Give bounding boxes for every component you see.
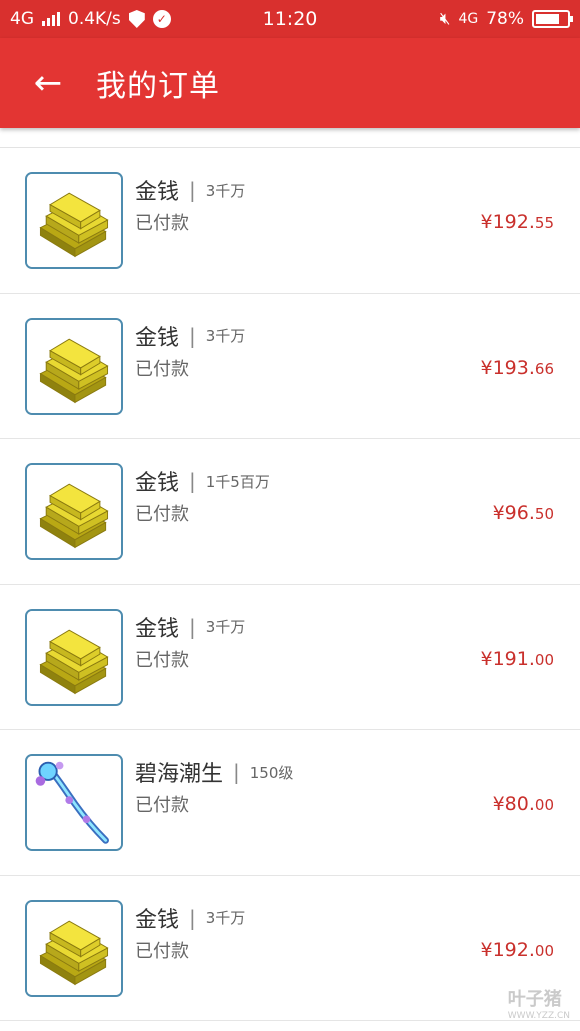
item-quantity: 1千5百万 <box>205 472 270 491</box>
order-price: ¥193.66 <box>480 356 555 379</box>
gold-bars-icon <box>25 899 123 997</box>
separator: | <box>233 760 240 784</box>
order-status: 已付款 <box>135 795 189 816</box>
order-item[interactable]: 金钱 | 3千万 已付款 ¥192.55 <box>0 148 580 294</box>
item-quantity: 150级 <box>249 763 294 782</box>
order-status: 已付款 <box>135 940 189 962</box>
gold-bars-icon <box>25 172 123 269</box>
arrow-left-icon: ← <box>33 63 63 103</box>
order-item[interactable]: 金钱 | 3千万 已付款 ¥192.00 <box>0 876 580 1021</box>
status-bar: 4G 0.4K/s ✓ 11:20 🔇︎ 4G 78% <box>0 0 580 38</box>
item-name: 金钱 <box>135 325 180 351</box>
staff-weapon-icon <box>25 754 123 851</box>
order-price: ¥80.00 <box>492 793 554 815</box>
separator: | <box>189 469 196 493</box>
separator: | <box>189 323 196 348</box>
back-button[interactable]: ← <box>0 38 96 128</box>
watermark-logo: 叶子猪 WWW.YZZ.CN <box>507 989 570 1021</box>
item-quantity: 3千万 <box>205 618 246 636</box>
order-status: 已付款 <box>135 649 189 671</box>
item-name: 金钱 <box>135 907 180 933</box>
network-type-right: 4G <box>458 11 479 27</box>
battery-icon <box>532 10 573 28</box>
gold-bars-icon <box>25 317 123 415</box>
order-item[interactable]: 碧海潮生 | 150级 已付款 ¥80.00 <box>0 730 580 876</box>
item-quantity: 3千万 <box>205 181 246 200</box>
mute-icon: 🔇︎ <box>439 9 451 29</box>
separator: | <box>189 905 196 930</box>
order-price: ¥96.50 <box>492 502 554 524</box>
order-status: 已付款 <box>135 504 189 525</box>
order-item[interactable]: 金钱 | 3千万 已付款 ¥191.00 <box>0 585 580 730</box>
page-title: 我的订单 <box>96 69 220 104</box>
order-price: ¥192.55 <box>480 211 555 233</box>
item-name: 金钱 <box>135 471 180 496</box>
separator: | <box>189 614 196 639</box>
check-icon: ✓ <box>152 10 171 28</box>
item-quantity: 3千万 <box>205 327 246 345</box>
network-type: 4G <box>10 9 34 29</box>
item-name: 碧海潮生 <box>135 762 224 787</box>
order-item[interactable]: 金钱 | 1千5百万 已付款 ¥96.50 <box>0 439 580 585</box>
signal-icon <box>42 12 60 26</box>
item-quantity: 3千万 <box>205 909 246 927</box>
app-bar: ← 我的订单 <box>0 38 580 128</box>
order-status: 已付款 <box>135 358 189 380</box>
item-name: 金钱 <box>135 616 180 642</box>
item-name: 金钱 <box>135 180 180 205</box>
gold-bars-icon <box>25 608 123 706</box>
network-speed: 0.4K/s <box>68 9 121 29</box>
order-list: 金钱 | 3千万 已付款 ¥192.55 金钱 | 3千万 已付款 ¥193.6… <box>0 147 580 1021</box>
order-price: ¥192.00 <box>480 938 555 961</box>
gold-bars-icon <box>25 463 123 560</box>
order-status: 已付款 <box>135 213 189 234</box>
battery-percent: 78% <box>486 9 524 29</box>
separator: | <box>189 178 196 202</box>
shield-icon <box>128 10 145 28</box>
order-price: ¥191.00 <box>480 647 555 670</box>
order-item[interactable]: 金钱 | 3千万 已付款 ¥193.66 <box>0 294 580 439</box>
